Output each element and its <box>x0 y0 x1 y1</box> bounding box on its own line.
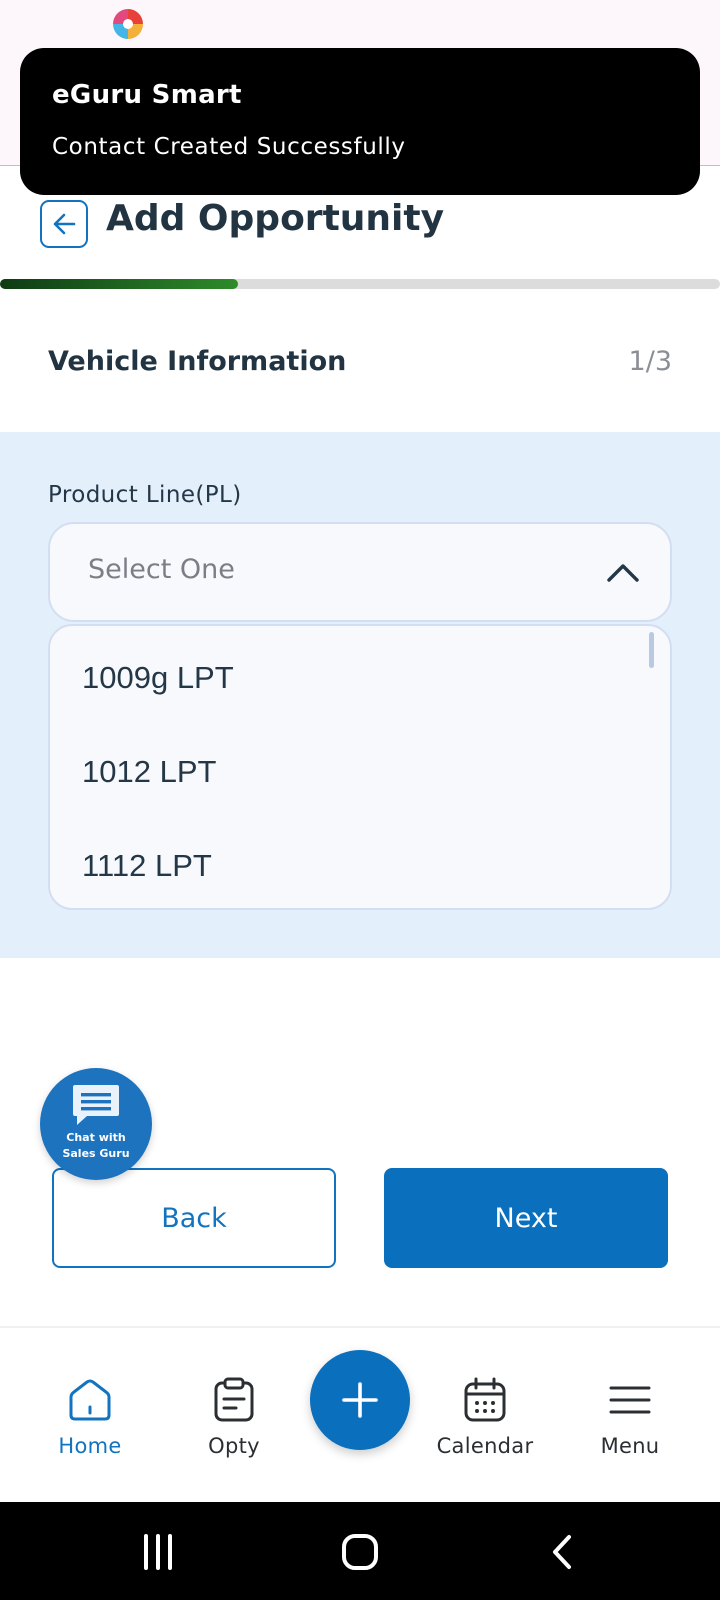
form-panel: Product Line(PL) Select One 1009g LPT 10… <box>0 432 720 958</box>
chevron-up-icon <box>607 564 639 582</box>
nav-label-home: Home <box>58 1434 122 1458</box>
status-bar <box>0 0 720 48</box>
clipboard-icon <box>214 1377 254 1422</box>
recent-apps-icon <box>144 1534 172 1570</box>
dropdown-option[interactable]: 1009g LPT <box>82 660 234 696</box>
dropdown-option[interactable]: 1112 LPT <box>82 848 212 884</box>
back-chevron-icon <box>553 1535 571 1569</box>
notification-toast[interactable]: eGuru Smart Contact Created Successfully <box>20 48 700 195</box>
nav-item-calendar[interactable]: Calendar <box>420 1328 550 1504</box>
chat-with-sales-guru-button[interactable]: Chat with Sales Guru <box>40 1068 152 1180</box>
plus-icon <box>342 1382 378 1418</box>
section-title: Vehicle Information <box>48 346 347 377</box>
nav-item-menu[interactable]: Menu <box>565 1328 695 1504</box>
menu-icon <box>609 1386 651 1414</box>
add-button[interactable] <box>310 1350 410 1450</box>
product-line-placeholder: Select One <box>88 554 235 585</box>
progress-fill <box>0 279 238 289</box>
bottom-navigation: Home Opty Calendar Menu <box>0 1326 720 1502</box>
toast-title: eGuru Smart <box>52 80 242 110</box>
progress-bar <box>0 279 720 289</box>
screen: eGuru Smart Contact Created Successfully… <box>0 0 720 1600</box>
chat-icon <box>73 1085 119 1125</box>
toast-message: Contact Created Successfully <box>52 134 406 160</box>
product-line-label: Product Line(PL) <box>48 482 242 508</box>
section-step-indicator: 1/3 <box>628 346 672 377</box>
product-line-select[interactable]: Select One <box>48 522 672 622</box>
home-icon <box>69 1379 111 1421</box>
nav-label-calendar: Calendar <box>436 1434 534 1458</box>
home-system-button[interactable] <box>330 1530 390 1574</box>
dropdown-scrollbar[interactable] <box>649 632 654 668</box>
recent-apps-button[interactable] <box>128 1530 188 1574</box>
back-button[interactable]: Back <box>52 1168 336 1268</box>
nav-label-opty: Opty <box>208 1434 260 1458</box>
system-back-button[interactable] <box>532 1530 592 1574</box>
dropdown-option[interactable]: 1012 LPT <box>82 754 216 790</box>
nav-item-opty[interactable]: Opty <box>169 1328 299 1504</box>
page-title: Add Opportunity <box>106 198 445 239</box>
nav-item-home[interactable]: Home <box>25 1328 155 1504</box>
nav-label-menu: Menu <box>600 1434 660 1458</box>
chat-fab-label: Chat with Sales Guru <box>62 1131 130 1160</box>
header-back-button[interactable] <box>40 200 88 248</box>
home-circle-icon <box>342 1534 378 1570</box>
calendar-icon <box>464 1377 506 1422</box>
system-navigation-bar <box>0 1502 720 1600</box>
eguru-logo-icon <box>113 9 143 39</box>
product-line-dropdown-list[interactable]: 1009g LPT 1012 LPT 1112 LPT <box>48 624 672 910</box>
arrow-left-icon <box>53 213 76 235</box>
next-button[interactable]: Next <box>384 1168 668 1268</box>
